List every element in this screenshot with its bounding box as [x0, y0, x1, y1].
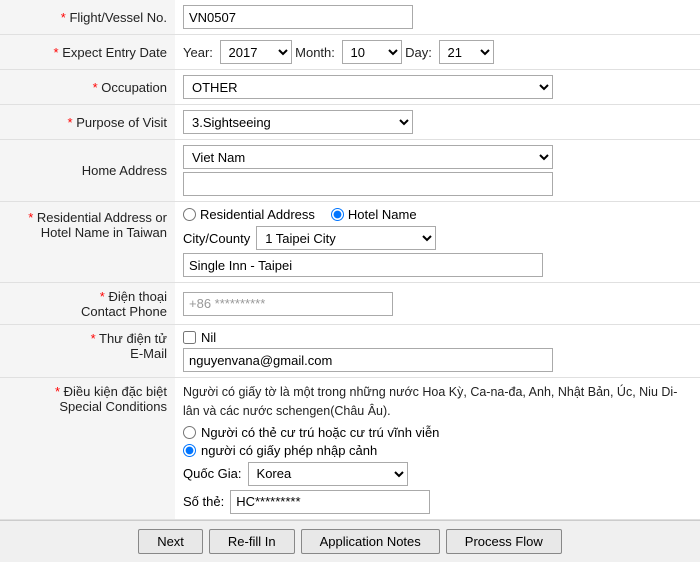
- email-cell: Nil: [175, 325, 700, 378]
- home-address-label: Home Address: [0, 140, 175, 202]
- email-input[interactable]: [183, 348, 553, 372]
- phone-label: Điện thoại Contact Phone: [0, 283, 175, 325]
- flow-button[interactable]: Process Flow: [446, 529, 562, 554]
- condition-opt1[interactable]: Người có thẻ cư trú hoặc cư trú vĩnh viễ…: [183, 425, 692, 440]
- home-country-select[interactable]: Viet Nam USA Japan Korea China: [183, 145, 553, 169]
- residential-radio-group: Residential Address Hotel Name: [183, 207, 692, 222]
- purpose-select[interactable]: 3.Sightseeing 1.Business 2.Visit Friends…: [183, 110, 413, 134]
- radio-hotel-input[interactable]: [331, 208, 344, 221]
- condition-text: Người có giấy tờ là một trong những nước…: [183, 383, 692, 421]
- quoc-gia-row: Quốc Gia: Korea Japan China USA France G…: [183, 462, 692, 486]
- special-label: Điều kiện đặc biệt Special Conditions: [0, 378, 175, 520]
- flight-cell: [175, 0, 700, 35]
- expect-entry-cell: Year: 2015 2016 2017 2018 2019 Month: 12…: [175, 35, 700, 70]
- next-button[interactable]: Next: [138, 529, 203, 554]
- condition-radio-group: Người có thẻ cư trú hoặc cư trú vĩnh viễ…: [183, 425, 692, 458]
- flight-input[interactable]: [183, 5, 413, 29]
- occupation-select[interactable]: OTHER STUDENT BUSINESS PROFESSIONAL: [183, 75, 553, 99]
- flight-label: Flight/Vessel No.: [0, 0, 175, 35]
- year-label: Year:: [183, 45, 213, 60]
- condition-radio1[interactable]: [183, 426, 196, 439]
- month-select[interactable]: 1234 5678 9101112: [342, 40, 402, 64]
- occupation-label: Occupation: [0, 70, 175, 105]
- so-the-row: Số thẻ:: [183, 490, 692, 514]
- expect-entry-label: Expect Entry Date: [0, 35, 175, 70]
- quoc-gia-label: Quốc Gia:: [183, 466, 242, 481]
- hotel-name-input[interactable]: [183, 253, 543, 277]
- email-label: Thư điện tử E-Mail: [0, 325, 175, 378]
- so-the-input[interactable]: [230, 490, 430, 514]
- so-the-label: Số thẻ:: [183, 494, 224, 509]
- quoc-gia-select[interactable]: Korea Japan China USA France Germany: [248, 462, 408, 486]
- condition-opt2[interactable]: người có giấy phép nhập cảnh: [183, 443, 692, 458]
- purpose-label: Purpose of Visit: [0, 105, 175, 140]
- city-select[interactable]: 1 Taipei City 2 New Taipei City 3 Taichu…: [256, 226, 436, 250]
- month-label: Month:: [295, 45, 335, 60]
- occupation-cell: OTHER STUDENT BUSINESS PROFESSIONAL: [175, 70, 700, 105]
- residential-label: Residential Address or Hotel Name in Tai…: [0, 202, 175, 283]
- city-county-label: City/County: [183, 231, 250, 246]
- year-select[interactable]: 2015 2016 2017 2018 2019: [220, 40, 292, 64]
- condition-opt1-label: Người có thẻ cư trú hoặc cư trú vĩnh viễ…: [201, 425, 439, 440]
- notes-button[interactable]: Application Notes: [301, 529, 440, 554]
- home-address-input[interactable]: [183, 172, 553, 196]
- home-address-cell: Viet Nam USA Japan Korea China: [175, 140, 700, 202]
- purpose-cell: 3.Sightseeing 1.Business 2.Visit Friends…: [175, 105, 700, 140]
- nil-checkbox[interactable]: [183, 331, 196, 344]
- day-select[interactable]: 12345 678910 1112131415 1617181920 21222…: [439, 40, 494, 64]
- special-cell: Người có giấy tờ là một trong những nước…: [175, 378, 700, 520]
- phone-cell: [175, 283, 700, 325]
- radio-hotel-label: Hotel Name: [348, 207, 417, 222]
- main-form: Flight/Vessel No. Expect Entry Date Year…: [0, 0, 700, 520]
- radio-residential-label: Residential Address: [200, 207, 315, 222]
- refill-button[interactable]: Re-fill In: [209, 529, 295, 554]
- bottom-buttons: Next Re-fill In Application Notes Proces…: [0, 520, 700, 562]
- nil-row: Nil: [183, 330, 692, 345]
- day-label: Day:: [405, 45, 432, 60]
- city-row: City/County 1 Taipei City 2 New Taipei C…: [183, 226, 692, 250]
- radio-residential-input[interactable]: [183, 208, 196, 221]
- radio-residential[interactable]: Residential Address: [183, 207, 315, 222]
- nil-label: Nil: [201, 330, 216, 345]
- condition-opt2-label: người có giấy phép nhập cảnh: [201, 443, 377, 458]
- condition-radio2[interactable]: [183, 444, 196, 457]
- radio-hotel[interactable]: Hotel Name: [331, 207, 417, 222]
- phone-input[interactable]: [183, 292, 393, 316]
- residential-cell: Residential Address Hotel Name City/Coun…: [175, 202, 700, 283]
